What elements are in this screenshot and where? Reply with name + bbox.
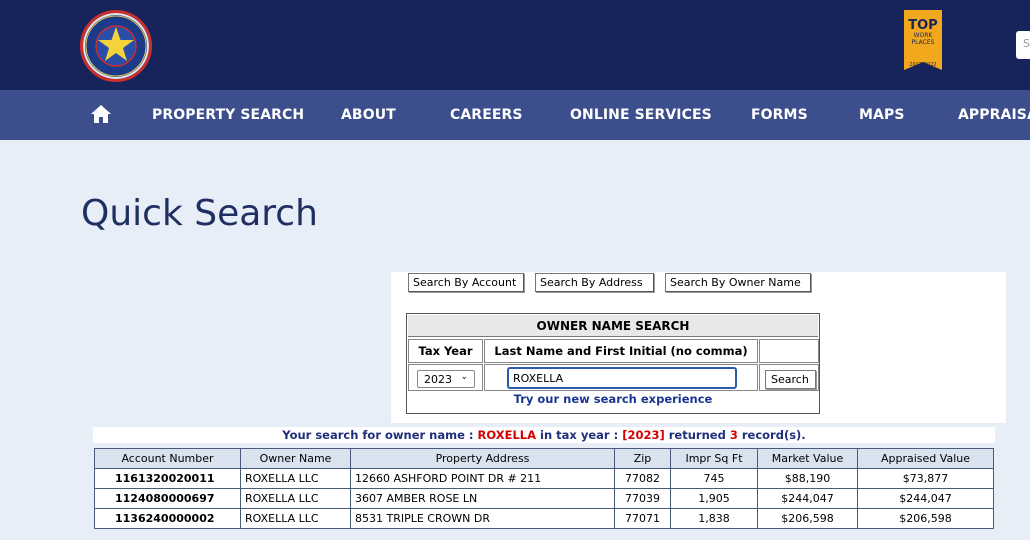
appraised-value-cell: $206,598 xyxy=(857,508,994,529)
zip-cell: 77082 xyxy=(614,468,671,489)
col-property-address[interactable]: Property Address xyxy=(350,448,615,469)
empty-header-cell xyxy=(759,339,819,363)
nav-careers[interactable]: CAREERS xyxy=(450,107,523,123)
tax-year-value: 2023 xyxy=(424,373,452,386)
owner-cell: ROXELLA LLC xyxy=(240,468,351,489)
appraised-value-cell: $73,877 xyxy=(857,468,994,489)
col-zip[interactable]: Zip xyxy=(614,448,671,469)
market-value-cell: $244,047 xyxy=(757,488,858,509)
summary-year: [2023] xyxy=(622,428,665,442)
search-button[interactable]: Search xyxy=(765,370,816,389)
main-nav: PROPERTY SEARCH ABOUT CAREERS ONLINE SER… xyxy=(0,90,1030,140)
search-by-owner-button[interactable]: Search By Owner Name xyxy=(665,273,811,292)
sqft-cell: 1,838 xyxy=(670,508,758,529)
sqft-cell: 745 xyxy=(670,468,758,489)
nav-property-search[interactable]: PROPERTY SEARCH xyxy=(152,107,304,123)
owner-search-title: OWNER NAME SEARCH xyxy=(408,315,818,337)
col-account-number[interactable]: Account Number xyxy=(94,448,241,469)
table-header-row: Account Number Owner Name Property Addre… xyxy=(94,448,994,469)
nav-maps[interactable]: MAPS xyxy=(859,107,905,123)
zip-cell: 77039 xyxy=(614,488,671,509)
table-row: 1136240000002 ROXELLA LLC 8531 TRIPLE CR… xyxy=(94,508,994,529)
summary-count: 3 xyxy=(729,428,738,442)
result-summary: Your search for owner name : ROXELLA in … xyxy=(93,427,995,443)
col-appraised-value[interactable]: Appraised Value xyxy=(857,448,994,469)
col-owner-name[interactable]: Owner Name xyxy=(240,448,351,469)
summary-owner: ROXELLA xyxy=(477,428,537,442)
summary-returned: returned xyxy=(668,428,726,442)
zip-cell: 77071 xyxy=(614,508,671,529)
results-table: Account Number Owner Name Property Addre… xyxy=(94,448,994,529)
owner-search-form: OWNER NAME SEARCH Tax Year Last Name and… xyxy=(406,313,820,414)
summary-suffix: record(s). xyxy=(741,428,806,442)
search-by-account-button[interactable]: Search By Account xyxy=(408,273,524,292)
appraised-value-cell: $244,047 xyxy=(857,488,994,509)
table-row: 1124080000697 ROXELLA LLC 3607 AMBER ROS… xyxy=(94,488,994,509)
account-link[interactable]: 1124080000697 xyxy=(94,488,241,509)
header-search-input[interactable]: S xyxy=(1016,31,1030,59)
tax-year-select[interactable]: 2023 ⌄ xyxy=(417,370,475,388)
address-cell: 12660 ASHFORD POINT DR # 211 xyxy=(350,468,615,489)
chevron-down-icon: ⌄ xyxy=(460,372,468,382)
owner-name-input[interactable]: ROXELLA xyxy=(507,367,737,389)
search-cell: Search xyxy=(759,364,819,391)
nav-about[interactable]: ABOUT xyxy=(341,107,396,123)
new-search-experience-link[interactable]: Try our new search experience xyxy=(407,392,819,406)
tax-year-label: Tax Year xyxy=(408,339,483,363)
page-title: Quick Search xyxy=(81,193,318,234)
nav-online-services[interactable]: ONLINE SERVICES xyxy=(570,107,712,123)
market-value-cell: $206,598 xyxy=(757,508,858,529)
address-cell: 3607 AMBER ROSE LN xyxy=(350,488,615,509)
col-impr-sq-ft[interactable]: Impr Sq Ft xyxy=(670,448,758,469)
top-workplaces-badge: TOP WORK PLACES 2017-2022 xyxy=(903,10,943,80)
badge-title: TOP xyxy=(908,18,938,33)
nav-forms[interactable]: FORMS xyxy=(751,107,808,123)
market-value-cell: $88,190 xyxy=(757,468,858,489)
name-label: Last Name and First Initial (no comma) xyxy=(484,339,758,363)
hcad-logo[interactable] xyxy=(80,10,152,82)
owner-cell: ROXELLA LLC xyxy=(240,508,351,529)
owner-cell: ROXELLA LLC xyxy=(240,488,351,509)
col-market-value[interactable]: Market Value xyxy=(757,448,858,469)
table-row: 1161320020011 ROXELLA LLC 12660 ASHFORD … xyxy=(94,468,994,489)
badge-years: 2017-2022 xyxy=(909,62,937,68)
nav-appraisal[interactable]: APPRAISAL xyxy=(958,107,1030,123)
summary-prefix: Your search for owner name : xyxy=(282,428,474,442)
sqft-cell: 1,905 xyxy=(670,488,758,509)
address-cell: 8531 TRIPLE CROWN DR xyxy=(350,508,615,529)
search-by-address-button[interactable]: Search By Address xyxy=(535,273,654,292)
tax-year-cell: 2023 ⌄ xyxy=(408,364,483,391)
badge-line2: PLACES xyxy=(911,39,935,46)
name-cell: ROXELLA xyxy=(484,364,758,391)
site-header: TOP WORK PLACES 2017-2022 S xyxy=(0,0,1030,90)
account-link[interactable]: 1136240000002 xyxy=(94,508,241,529)
home-icon[interactable] xyxy=(90,103,112,125)
account-link[interactable]: 1161320020011 xyxy=(94,468,241,489)
summary-mid: in tax year : xyxy=(540,428,619,442)
